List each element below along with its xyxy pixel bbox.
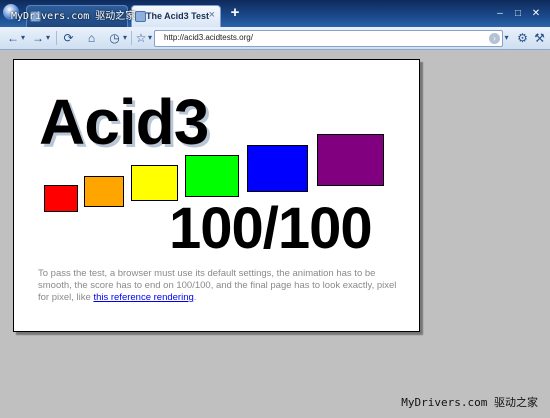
- address-menu-icon[interactable]: ▾: [502, 30, 511, 46]
- home-icon[interactable]: ⌂: [84, 30, 99, 46]
- page-icon: [135, 11, 146, 22]
- close-window-icon[interactable]: ✕: [528, 7, 544, 21]
- reference-rendering-link[interactable]: this reference rendering: [93, 292, 193, 303]
- watermark-bottom: MyDrivers.com 驱动之家: [401, 396, 538, 409]
- acid3-result-box: Acid3 100/100 To pass the test, a browse…: [13, 59, 420, 332]
- page-title: Acid3: [39, 86, 209, 158]
- go-icon[interactable]: ›: [489, 33, 500, 44]
- window-controls: – □ ✕: [490, 3, 544, 21]
- new-tab-icon[interactable]: +: [228, 5, 242, 21]
- forward-icon[interactable]: →: [31, 30, 45, 46]
- forward-menu-icon[interactable]: ▾: [44, 30, 52, 46]
- tab-acid3[interactable]: The Acid3 Test ×: [131, 5, 221, 27]
- address-url[interactable]: http://acid3.acidtests.org/: [164, 33, 253, 42]
- test-square-orange: [84, 176, 124, 207]
- tab-close-icon[interactable]: ×: [209, 9, 215, 21]
- test-square-blue: [247, 145, 308, 192]
- description-text: To pass the test, a browser must use its…: [38, 268, 397, 303]
- test-square-red: [44, 185, 78, 212]
- test-square-lime: [185, 155, 239, 197]
- tools-icon[interactable]: ⚒: [532, 30, 547, 46]
- watermark-top: MyDrivers.com 驱动之家: [11, 11, 136, 22]
- tab-label: The Acid3 Test: [146, 11, 210, 21]
- maximize-icon[interactable]: □: [510, 7, 526, 21]
- bookmark-menu-icon[interactable]: ▾: [146, 30, 154, 46]
- reload-icon[interactable]: ⟳: [61, 30, 76, 46]
- test-description: To pass the test, a browser must use its…: [38, 268, 398, 304]
- back-icon[interactable]: ←: [6, 30, 20, 46]
- settings-gear-icon[interactable]: ⚙: [515, 30, 530, 46]
- back-menu-icon[interactable]: ▾: [19, 30, 27, 46]
- page-viewport: Acid3 100/100 To pass the test, a browse…: [0, 50, 550, 418]
- toolbar-divider: [131, 31, 132, 45]
- address-bar[interactable]: http://acid3.acidtests.org/ ›: [154, 30, 503, 47]
- test-square-purple: [317, 134, 384, 186]
- toolbar-divider: [56, 31, 57, 45]
- test-score: 100/100: [169, 196, 373, 261]
- minimize-icon[interactable]: –: [492, 7, 508, 21]
- description-end: .: [193, 292, 197, 303]
- history-menu-icon[interactable]: ▾: [121, 30, 129, 46]
- history-icon[interactable]: ◷: [107, 30, 122, 46]
- navigation-toolbar: ← ▾ → ▾ ⟳ ⌂ ◷ ▾ ☆ ▾ http://acid3.acidtes…: [0, 27, 550, 50]
